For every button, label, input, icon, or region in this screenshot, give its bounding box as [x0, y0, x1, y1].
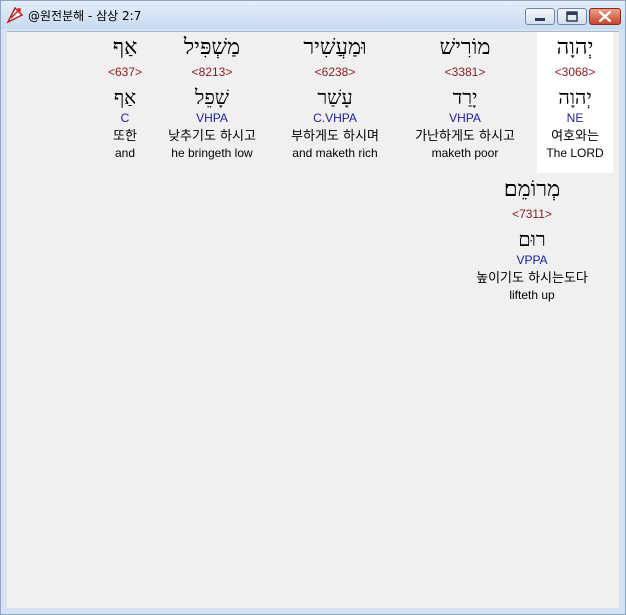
grammar-code: C	[120, 111, 130, 125]
word-block[interactable]: וּמַעֲשִׁיר <6238> עָשַׁר C.VHPA 부하게도 하시…	[273, 34, 397, 160]
analysis-panel: יְהוָה <3068> יְהוָה NE 여호와는 The LORD מו…	[7, 31, 619, 609]
hebrew-root: עָשַׁר	[317, 85, 353, 109]
maximize-button[interactable]	[557, 8, 587, 25]
app-window: @원전분해 - 삼상 2:7 יְהוָה <3068> יְהוָה NE 여…	[0, 0, 626, 615]
english-gloss: The LORD	[546, 146, 604, 160]
grammar-code: VPPA	[516, 253, 548, 267]
word-block[interactable]: אַף <637> אַף C 또한 and	[99, 34, 151, 160]
strong-number-link[interactable]: <8213>	[153, 65, 271, 79]
english-gloss: and	[114, 146, 136, 160]
word-block[interactable]: מְרוֹמֵם׃ <7311> רוּם VPPA 높이기도 하시는도다 li…	[447, 176, 617, 302]
word-block[interactable]: יְהוָה <3068> יְהוָה NE 여호와는 The LORD	[537, 34, 613, 160]
hebrew-word: אַף	[112, 35, 138, 60]
english-gloss: and maketh rich	[292, 146, 378, 160]
title-bar[interactable]: @원전분해 - 삼상 2:7	[1, 1, 625, 29]
close-icon	[598, 10, 612, 23]
strong-number-link[interactable]: <3068>	[537, 65, 613, 79]
maximize-icon	[566, 11, 578, 22]
hebrew-root: שָׁפֵל	[195, 85, 229, 109]
word-block[interactable]: מַשְׁפִּיל <8213> שָׁפֵל VHPA 낮추기도 하시고 h…	[153, 34, 271, 160]
korean-gloss: 높이기도 하시는도다	[476, 271, 588, 286]
hebrew-word: וּמַעֲשִׁיר	[303, 35, 367, 60]
minimize-button[interactable]	[525, 8, 555, 25]
hebrew-word: מְרוֹמֵם׃	[503, 177, 561, 202]
window-title: @원전분해 - 삼상 2:7	[28, 9, 142, 23]
grammar-code: VHPA	[449, 111, 481, 125]
app-icon[interactable]	[6, 6, 24, 24]
hebrew-word: מוֹרִישׁ	[439, 35, 491, 60]
grammar-code: VHPA	[196, 111, 228, 125]
korean-gloss: 또한	[113, 129, 137, 144]
hebrew-root: יָרַד	[452, 85, 478, 109]
hebrew-word: מַשְׁפִּיל	[183, 35, 241, 60]
grammar-code: NE	[566, 111, 584, 125]
strong-number-link[interactable]: <3381>	[397, 65, 533, 79]
strong-number-link[interactable]: <7311>	[447, 207, 617, 221]
english-gloss: he bringeth low	[171, 146, 253, 160]
hebrew-word: יְהוָה	[556, 35, 594, 60]
english-gloss: maketh poor	[431, 146, 499, 160]
korean-gloss: 낮추기도 하시고	[168, 129, 256, 144]
grammar-code: C.VHPA	[313, 111, 357, 125]
minimize-icon	[535, 18, 545, 21]
hebrew-root: רוּם	[518, 227, 546, 251]
hebrew-root: אַף	[113, 85, 137, 109]
close-button[interactable]	[589, 8, 621, 25]
strong-number-link[interactable]: <637>	[99, 65, 151, 79]
english-gloss: lifteth up	[509, 288, 555, 302]
strong-number-link[interactable]: <6238>	[273, 65, 397, 79]
window-bottom-border	[1, 608, 625, 614]
korean-gloss: 여호와는	[551, 129, 599, 144]
korean-gloss: 가난하게도 하시고	[415, 129, 515, 144]
word-block[interactable]: מוֹרִישׁ <3381> יָרַד VHPA 가난하게도 하시고 mak…	[397, 34, 533, 160]
korean-gloss: 부하게도 하시며	[291, 129, 379, 144]
hebrew-root: יְהוָה	[558, 85, 592, 109]
